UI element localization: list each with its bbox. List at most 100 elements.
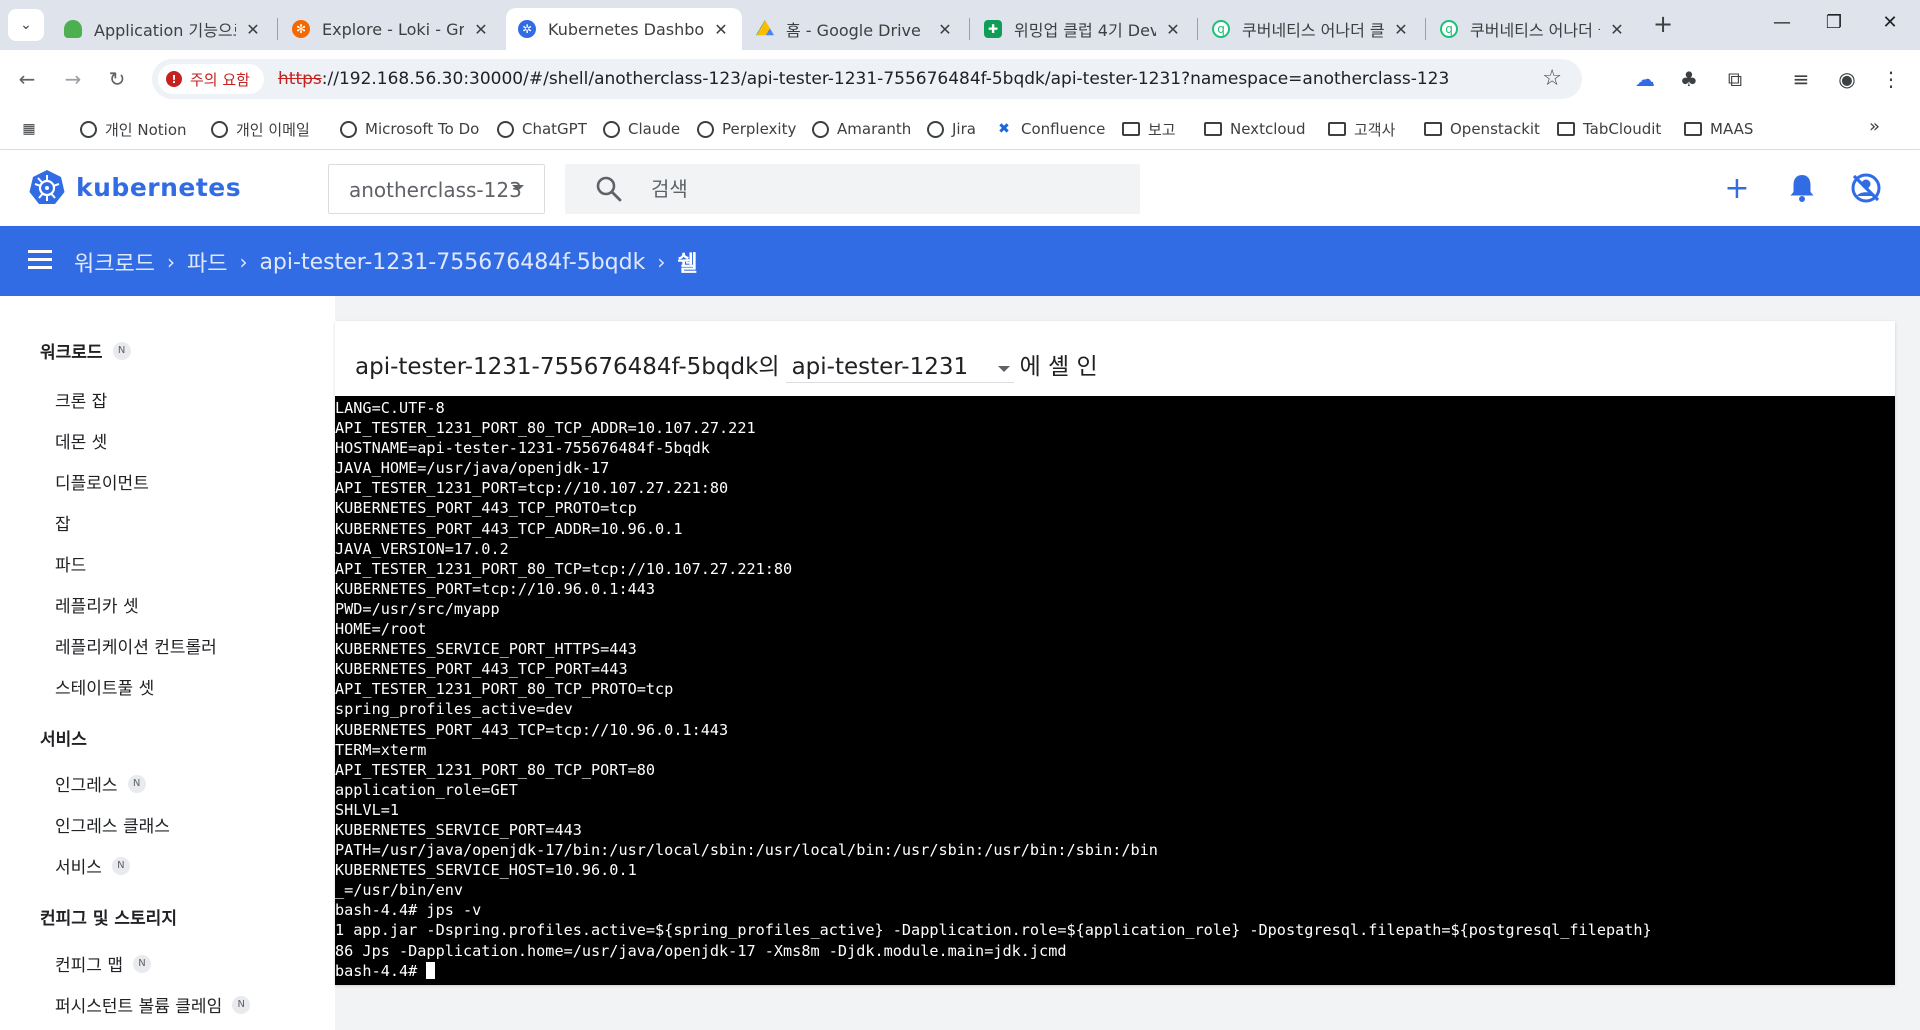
apps-button[interactable]: ▦	[20, 116, 46, 142]
browser-tab-2[interactable]: ✲ Kubernetes Dashboa ✕	[506, 8, 742, 50]
tab-search-button[interactable]: ⌄	[8, 9, 44, 41]
bookmark-10[interactable]: Nextcloud	[1204, 116, 1306, 142]
search-input[interactable]	[651, 172, 1121, 206]
sidebar-item-daemonsets[interactable]: 데몬 셋	[55, 428, 107, 453]
close-icon[interactable]: ✕	[712, 20, 730, 39]
extensions-icon[interactable]: ⧉	[1720, 64, 1750, 94]
create-button[interactable]: +	[1719, 170, 1755, 206]
profile-icon[interactable]: ◉	[1832, 64, 1862, 94]
bookmark-2[interactable]: Microsoft To Do	[340, 116, 479, 142]
terminal-line: PWD=/usr/src/myapp	[335, 599, 500, 618]
sheets-favicon-icon: ✚	[984, 20, 1002, 38]
container-selector[interactable]: api-tester-1231	[785, 354, 1014, 383]
browser-tab-1[interactable]: ✻ Explore - Loki - Graf ✕	[280, 8, 502, 50]
bookmark-14[interactable]: MAAS	[1684, 116, 1753, 142]
tab-separator	[1197, 18, 1198, 40]
sidebar-item-config-maps[interactable]: 컨피그 맵 N	[55, 951, 151, 976]
minimize-button[interactable]: —	[1762, 12, 1802, 33]
bookmark-13[interactable]: TabCloudit	[1557, 116, 1661, 142]
sidebar-item-replicasets[interactable]: 레플리카 셋	[55, 592, 139, 617]
bookmark-label: Amaranth	[837, 120, 912, 138]
browser-tab-6[interactable]: q 쿠버네티스 어나더 클 ✕	[1428, 8, 1638, 50]
sidebar-item-jobs[interactable]: 잡	[55, 510, 71, 535]
search-box[interactable]	[565, 164, 1140, 214]
new-tab-button[interactable]: +	[1648, 10, 1678, 38]
reload-button[interactable]: ↻	[102, 64, 132, 94]
browser-tab-4[interactable]: ✚ 위밍업 클럽 4기 Dev ✕	[972, 8, 1194, 50]
forward-button[interactable]: →	[58, 64, 88, 94]
bookmark-3[interactable]: ChatGPT	[497, 116, 587, 142]
terminal-line: spring_profiles_active=dev	[335, 700, 573, 719]
chevron-right-icon: ›	[166, 250, 175, 274]
back-button[interactable]: ←	[12, 64, 42, 94]
sidebar-item-ingresses[interactable]: 인그레스 N	[55, 771, 146, 796]
brand-wordmark[interactable]: kubernetes	[76, 173, 241, 202]
terminal-prompt-line[interactable]: bash-4.4#	[335, 961, 1895, 981]
caret-down-icon	[512, 185, 524, 191]
bookmark-5[interactable]: Perplexity	[697, 116, 796, 142]
sidebar-item-deployments[interactable]: 디플로이먼트	[55, 469, 149, 494]
sidebar-section-config-storage[interactable]: 컨피그 및 스토리지	[40, 904, 177, 929]
shell-title-pod: api-tester-1231-755676484f-5bqdk의	[355, 354, 780, 380]
sidebar-item-replication-controllers[interactable]: 레플리케이션 컨트롤러	[55, 633, 217, 658]
bookmark-8[interactable]: ✖ Confluence	[995, 116, 1105, 142]
breadcrumb-pod[interactable]: api-tester-1231-755676484f-5bqdk	[259, 250, 645, 275]
close-window-button[interactable]: ✕	[1870, 12, 1910, 33]
bookmark-9[interactable]: 보고	[1122, 116, 1176, 142]
omnibox[interactable]: ! 주의 요함 https://192.168.56.30:30000/#/sh…	[152, 59, 1582, 99]
media-controls-icon[interactable]: ≡	[1786, 64, 1816, 94]
browser-tab-5[interactable]: q 쿠버네티스 어나더 클 ✕	[1200, 8, 1422, 50]
extension-puzzle-tree-icon[interactable]: ♣	[1674, 64, 1704, 94]
more-menu-icon[interactable]: ⋮	[1876, 64, 1906, 94]
shell-title: api-tester-1231-755676484f-5bqdk의 api-te…	[355, 347, 1098, 383]
restore-button[interactable]: ❐	[1814, 12, 1854, 33]
terminal-prompt: bash-4.4#	[335, 961, 427, 980]
kubernetes-logo-icon[interactable]	[28, 169, 66, 207]
sidebar-section-services[interactable]: 서비스	[40, 725, 87, 750]
sidebar-item-statefulsets[interactable]: 스테이트풀 셋	[55, 674, 154, 699]
close-icon[interactable]: ✕	[244, 20, 262, 39]
namespace-value: anotherclass-123	[349, 178, 522, 202]
section-label: 워크로드	[40, 343, 103, 363]
bookmark-7[interactable]: Jira	[927, 116, 976, 142]
close-icon[interactable]: ✕	[1608, 20, 1626, 39]
globe-icon	[80, 120, 97, 138]
bookmark-6[interactable]: Amaranth	[812, 116, 911, 142]
menu-hamburger-icon[interactable]	[28, 250, 52, 272]
terminal-line: JAVA_HOME=/usr/java/openjdk-17	[335, 459, 610, 478]
notifications-bell-icon[interactable]	[1784, 170, 1820, 206]
close-icon[interactable]: ✕	[936, 20, 954, 39]
tab-title: 쿠버네티스 어나더 클	[1470, 21, 1600, 40]
arrow-left-icon: ←	[18, 67, 36, 91]
browser-tab-3[interactable]: 홈 - Google Drive ✕	[744, 8, 966, 50]
bookmark-12[interactable]: Openstackit	[1424, 116, 1540, 142]
bookmark-11[interactable]: 고객사	[1328, 116, 1395, 142]
terminal-line: PATH=/usr/java/openjdk-17/bin:/usr/local…	[335, 841, 1158, 860]
chevron-down-icon: ⌄	[20, 17, 32, 33]
browser-tab-0[interactable]: Application 기능으로 ✕	[52, 8, 274, 50]
more-bookmarks-chevron-icon[interactable]: »	[1869, 116, 1880, 137]
bookmark-1[interactable]: 개인 이메일	[211, 116, 310, 142]
sidebar-item-cronjobs[interactable]: 크론 잡	[55, 387, 107, 412]
sidebar-section-workloads[interactable]: 워크로드 N	[40, 338, 131, 363]
item-label: 인그레스	[55, 776, 118, 796]
breadcrumb-pods[interactable]: 파드	[187, 246, 227, 278]
url-text[interactable]: https://192.168.56.30:30000/#/shell/anot…	[278, 69, 1449, 89]
sidebar-item-persistent-volume-claims[interactable]: 퍼시스턴트 볼륨 클레임 N	[55, 992, 251, 1017]
sidebar-item-ingress-classes[interactable]: 인그레스 클래스	[55, 812, 170, 837]
sidebar-item-services[interactable]: 서비스 N	[55, 853, 130, 878]
security-chip[interactable]: ! 주의 요함	[158, 64, 264, 94]
close-icon[interactable]: ✕	[1164, 20, 1182, 39]
user-account-off-icon[interactable]	[1848, 170, 1884, 206]
bookmark-4[interactable]: Claude	[603, 116, 680, 142]
close-icon[interactable]: ✕	[1392, 20, 1410, 39]
sidebar-item-pods[interactable]: 파드	[55, 551, 86, 576]
bookmark-star-icon[interactable]: ☆	[1542, 66, 1562, 91]
breadcrumb-workloads[interactable]: 워크로드	[74, 246, 155, 278]
extension-cloud-icon[interactable]: ☁	[1630, 64, 1660, 94]
bookmark-0[interactable]: 개인 Notion	[80, 116, 187, 142]
tab-title: Application 기능으로	[94, 21, 236, 40]
namespace-selector[interactable]: anotherclass-123	[328, 164, 545, 214]
close-icon[interactable]: ✕	[472, 20, 490, 39]
terminal[interactable]: LANG=C.UTF-8 API_TESTER_1231_PORT_80_TCP…	[335, 396, 1895, 985]
